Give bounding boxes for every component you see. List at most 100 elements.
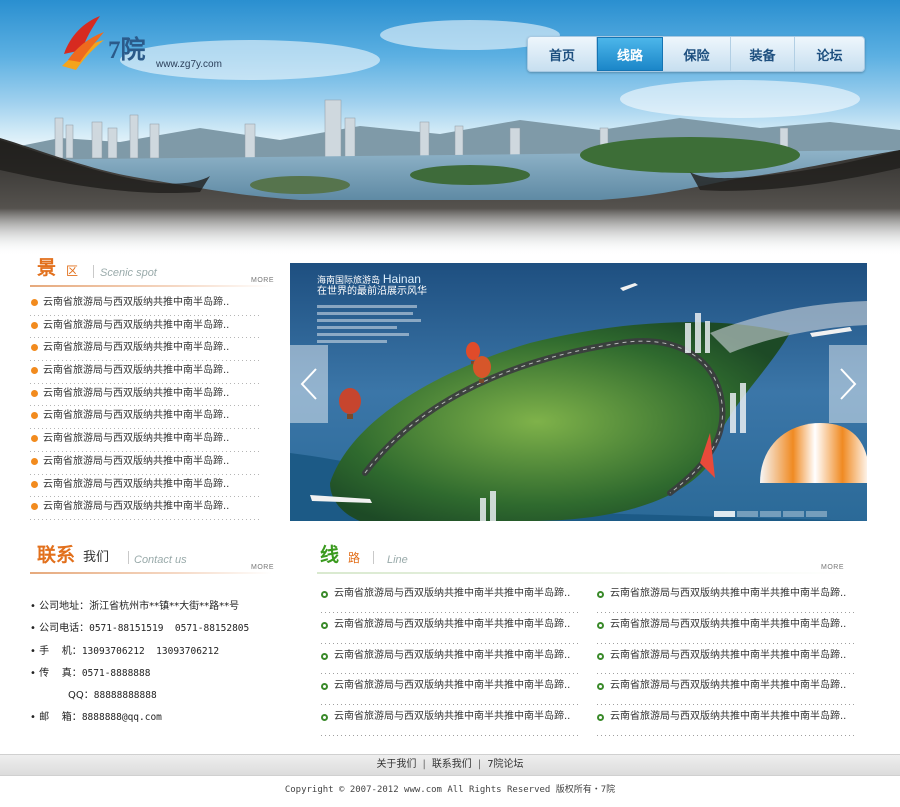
divider: [128, 551, 129, 564]
scenic-title-big: 景: [37, 257, 57, 279]
slider-prev-button[interactable]: [290, 345, 328, 423]
contact-label: 公司电话：: [39, 623, 90, 635]
footer-link-forum[interactable]: 7院论坛: [487, 759, 523, 770]
contact-value: 0571-8888888: [81, 667, 151, 679]
scenic-header-underline: [30, 285, 272, 287]
contact-label: 传 真：: [39, 667, 82, 679]
list-item[interactable]: 云南省旅游局与西双版纳共推中南半共推中南半岛蹄..: [597, 612, 855, 644]
list-item[interactable]: 云南省旅游局与西双版纳共推中南半共推中南半岛蹄..: [597, 582, 855, 613]
divider: [373, 551, 374, 564]
list-item[interactable]: 云南省旅游局与西双版纳共推中南半岛蹄..: [30, 429, 262, 452]
list-item[interactable]: 云南省旅游局与西双版纳共推中南半岛蹄..: [30, 383, 262, 407]
contact-label: 邮 箱：: [39, 712, 82, 724]
list-item[interactable]: 云南省旅游局与西双版纳共推中南半共推中南半岛蹄..: [597, 643, 855, 675]
slider-dot[interactable]: [806, 511, 827, 517]
bullet-dot-icon: [31, 367, 38, 375]
logo[interactable]: [50, 14, 250, 84]
page: 7院 www.zg7y.com 首页 线路 保险 装备 论坛 景 区 Sceni…: [0, 0, 900, 807]
nav-item-forum[interactable]: 论坛: [795, 37, 864, 71]
footer-link-contact[interactable]: 联系我们: [432, 759, 472, 770]
contact-value[interactable]: 8888888@qq.com: [82, 712, 162, 723]
contact-phone: • 公司电话：0571-88151519 0571-88152805: [30, 620, 285, 642]
contact-header-underline: [30, 572, 272, 574]
bullet-dot-icon: [31, 480, 38, 488]
contact-value: 13093706212 13093706212: [81, 645, 220, 657]
logo-text: 7院: [108, 37, 146, 64]
bullet-dot-icon: [31, 299, 38, 306]
slide-headline-en: Hainan: [382, 272, 421, 286]
list-item[interactable]: 云南省旅游局与西双版纳共推中南半岛蹄..: [30, 338, 262, 362]
bullet-ring-icon: [321, 714, 328, 722]
routes-title-en: Line: [387, 554, 408, 566]
list-item[interactable]: 云南省旅游局与西双版纳共推中南半共推中南半岛蹄..: [321, 643, 579, 675]
list-item[interactable]: 云南省旅游局与西双版纳共推中南半岛蹄..: [30, 451, 262, 475]
contact-title-small: 我们: [83, 550, 110, 565]
contact-label: 手 机：: [39, 645, 82, 657]
list-item[interactable]: 云南省旅游局与西双版纳共推中南半岛蹄..: [30, 293, 262, 316]
nav-item-home[interactable]: 首页: [528, 37, 597, 71]
bullet-ring-icon: [597, 621, 604, 629]
slider-pagination: [714, 511, 827, 517]
logo-url: www.zg7y.com: [156, 59, 222, 70]
contact-address: • 公司地址：浙江省杭州市**镇**大街**路**号: [30, 598, 285, 620]
scenic-section-header: 景 区 Scenic spot MORE: [30, 257, 274, 289]
list-item[interactable]: 云南省旅游局与西双版纳共推中南半共推中南半岛蹄..: [597, 705, 855, 736]
slider-dot[interactable]: [737, 511, 758, 517]
nav-item-routes[interactable]: 线路: [597, 37, 663, 71]
list-item[interactable]: 云南省旅游局与西双版纳共推中南半共推中南半岛蹄..: [321, 582, 579, 613]
bullet-ring-icon: [321, 591, 328, 598]
contact-value: 88888888888: [93, 690, 157, 702]
list-item[interactable]: 云南省旅游局与西双版纳共推中南半岛蹄..: [30, 315, 262, 339]
list-item[interactable]: 云南省旅游局与西双版纳共推中南半共推中南半岛蹄..: [321, 705, 579, 736]
bullet-dot-icon: [31, 503, 38, 511]
bullet-ring-icon: [597, 652, 604, 660]
list-item[interactable]: 云南省旅游局与西双版纳共推中南半共推中南半岛蹄..: [321, 612, 579, 644]
header-banner: 7院 www.zg7y.com 首页 线路 保险 装备 论坛: [0, 0, 900, 255]
scenic-list: 云南省旅游局与西双版纳共推中南半岛蹄.. 云南省旅游局与西双版纳共推中南半岛蹄.…: [30, 293, 262, 520]
contact-info-list: • 公司地址：浙江省杭州市**镇**大街**路**号 • 公司电话：0571-8…: [30, 598, 285, 732]
routes-header-underline: [317, 572, 845, 574]
slider-dot[interactable]: [783, 511, 804, 517]
routes-more-link[interactable]: MORE: [821, 564, 844, 571]
footer-link-about[interactable]: 关于我们: [376, 759, 416, 770]
list-item[interactable]: 云南省旅游局与西双版纳共推中南半共推中南半岛蹄..: [597, 674, 855, 706]
scenic-more-link[interactable]: MORE: [251, 277, 274, 284]
nav-item-insurance[interactable]: 保险: [663, 37, 731, 71]
list-item[interactable]: 云南省旅游局与西双版纳共推中南半岛蹄..: [30, 474, 262, 498]
contact-title-big: 联系: [37, 544, 76, 566]
routes-list-right: 云南省旅游局与西双版纳共推中南半共推中南半岛蹄.. 云南省旅游局与西双版纳共推中…: [597, 582, 855, 736]
bullet-ring-icon: [597, 714, 604, 722]
list-item[interactable]: 云南省旅游局与西双版纳共推中南半共推中南半岛蹄..: [321, 674, 579, 706]
contact-qq: QQ：88888888888: [30, 687, 285, 709]
list-item[interactable]: 云南省旅游局与西双版纳共推中南半岛蹄..: [30, 406, 262, 430]
contact-more-link[interactable]: MORE: [251, 564, 274, 571]
image-slider[interactable]: 海南国际旅游岛 Hainan 在世界的最前沿展示风华: [290, 263, 867, 521]
slider-dot[interactable]: [760, 511, 781, 517]
separator: |: [477, 759, 482, 770]
contact-fax: • 传 真：0571-8888888: [30, 665, 285, 687]
phoenix-logo-icon: [62, 16, 104, 70]
bullet-ring-icon: [321, 652, 328, 660]
slider-dot[interactable]: [714, 511, 735, 517]
bullet: •: [30, 667, 36, 679]
contact-section-header: 联系 我们 Contact us MORE: [30, 544, 274, 576]
list-item[interactable]: 云南省旅游局与西双版纳共推中南半岛蹄..: [30, 497, 262, 520]
routes-section-header: 线 路 Line MORE: [317, 546, 846, 576]
slide-headline-cn: 海南国际旅游岛: [317, 276, 381, 286]
nav-item-equipment[interactable]: 装备: [731, 37, 795, 71]
list-item[interactable]: 云南省旅游局与西双版纳共推中南半岛蹄..: [30, 361, 262, 384]
bullet: •: [30, 712, 36, 724]
slider-next-button[interactable]: [829, 345, 867, 423]
bullet-ring-icon: [321, 683, 328, 691]
bullet-dot-icon: [31, 321, 38, 329]
contact-title-en: Contact us: [134, 554, 187, 566]
contact-value: 0571-88151519 0571-88152805: [89, 623, 250, 635]
scenic-title-en: Scenic spot: [100, 267, 157, 279]
scenic-title-small: 区: [66, 264, 79, 278]
contact-email: • 邮 箱：8888888@qq.com: [30, 709, 285, 731]
slide-subline: 在世界的最前沿展示风华: [317, 286, 427, 297]
bullet: •: [30, 601, 36, 612]
bullet-ring-icon: [321, 621, 328, 629]
bullet: •: [30, 623, 36, 635]
contact-mobile: • 手 机：13093706212 13093706212: [30, 643, 285, 665]
